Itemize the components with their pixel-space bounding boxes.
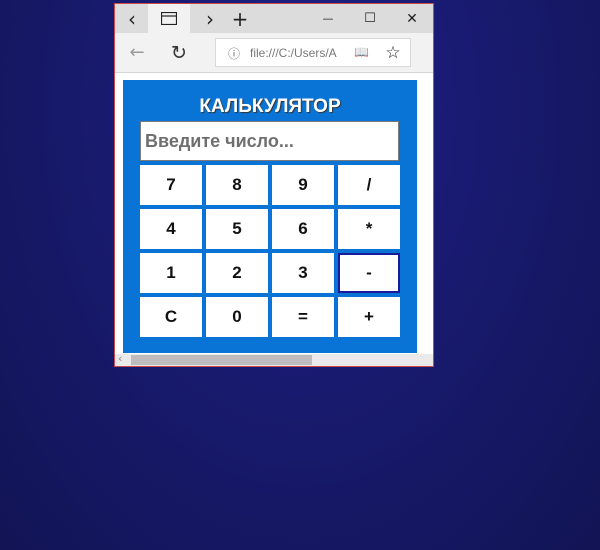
maximize-icon: ☐: [364, 11, 376, 26]
calculator-panel: КАЛЬКУЛЯТОР 7 8 9 / 4 5 6 * 1 2 3 - C 0 …: [123, 80, 417, 353]
key-5[interactable]: 5: [206, 209, 268, 249]
refresh-button[interactable]: ↻: [165, 38, 193, 67]
key-0[interactable]: 0: [206, 297, 268, 337]
number-input[interactable]: [140, 121, 399, 161]
key-1[interactable]: 1: [140, 253, 202, 293]
back-button[interactable]: ←: [123, 38, 151, 67]
tab-current[interactable]: [148, 4, 190, 33]
browser-window: ‹ › + — ☐ ✕ ← ↻ ⓘ file:///C:/Users/A 📖 ☆…: [114, 3, 434, 367]
key-clear[interactable]: C: [140, 297, 202, 337]
key-equals[interactable]: =: [272, 297, 334, 337]
tabs-back-button[interactable]: ‹: [121, 4, 143, 33]
key-9[interactable]: 9: [272, 165, 334, 205]
url-text: file:///C:/Users/A: [250, 46, 337, 60]
tab-page-icon: [161, 12, 177, 25]
tab-bar: ‹ › + — ☐ ✕: [115, 4, 433, 33]
favorite-button[interactable]: ☆: [379, 38, 407, 67]
new-tab-button[interactable]: +: [227, 4, 253, 33]
key-divide[interactable]: /: [338, 165, 400, 205]
chevron-left-icon: ‹: [128, 6, 136, 31]
key-2[interactable]: 2: [206, 253, 268, 293]
key-multiply[interactable]: *: [338, 209, 400, 249]
chevron-right-icon: ›: [206, 6, 214, 31]
info-icon: ⓘ: [228, 47, 241, 61]
reading-view-icon[interactable]: 📖: [354, 45, 369, 59]
key-subtract[interactable]: -: [338, 253, 400, 293]
star-icon: ☆: [385, 42, 401, 63]
key-add[interactable]: +: [338, 297, 400, 337]
key-3[interactable]: 3: [272, 253, 334, 293]
key-6[interactable]: 6: [272, 209, 334, 249]
key-7[interactable]: 7: [140, 165, 202, 205]
address-bar: ← ↻ ⓘ file:///C:/Users/A 📖 ☆: [115, 33, 433, 73]
key-8[interactable]: 8: [206, 165, 268, 205]
horizontal-scrollbar[interactable]: ‹: [115, 352, 433, 366]
plus-icon: +: [231, 6, 249, 31]
minimize-icon: —: [322, 12, 334, 25]
minimize-button[interactable]: —: [311, 4, 345, 33]
calculator-title: КАЛЬКУЛЯТОР: [199, 96, 341, 117]
key-4[interactable]: 4: [140, 209, 202, 249]
keypad: 7 8 9 / 4 5 6 * 1 2 3 - C 0 = +: [140, 165, 400, 337]
page-viewport: КАЛЬКУЛЯТОР 7 8 9 / 4 5 6 * 1 2 3 - C 0 …: [115, 73, 433, 354]
refresh-icon: ↻: [171, 41, 187, 64]
scroll-left-icon[interactable]: ‹: [118, 352, 122, 365]
arrow-left-icon: ←: [129, 42, 145, 63]
close-window-button[interactable]: ✕: [395, 4, 429, 33]
maximize-button[interactable]: ☐: [353, 4, 387, 33]
scrollbar-thumb[interactable]: [131, 355, 312, 365]
close-icon: ✕: [406, 10, 418, 27]
tabs-forward-button[interactable]: ›: [199, 4, 221, 33]
